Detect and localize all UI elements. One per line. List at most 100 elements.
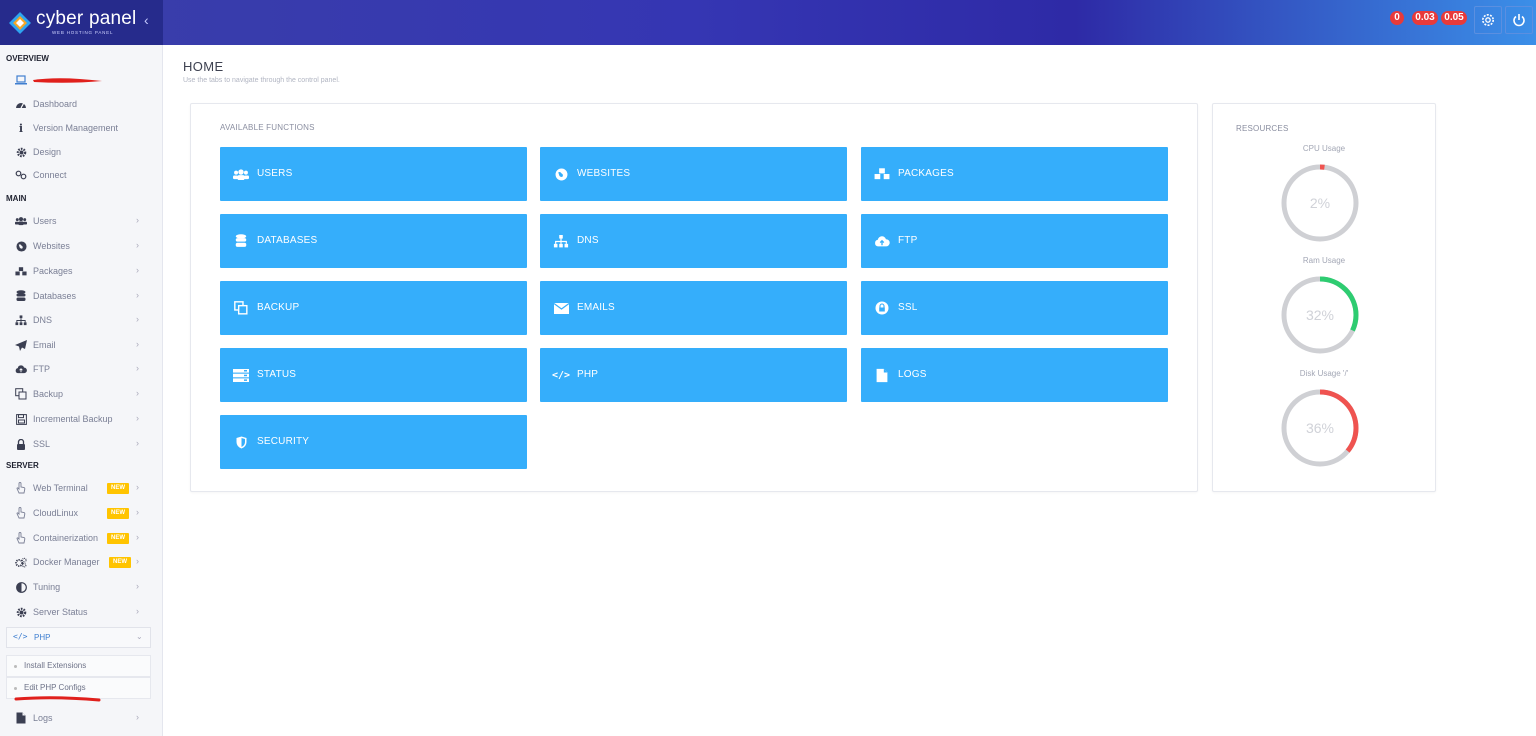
sidebar-item-packages[interactable]: Packages › [0,263,160,281]
sidebar-item-version-management[interactable]: i Version Management [0,120,160,138]
chevron-right-icon: › [136,290,139,300]
bullet [14,687,17,690]
tile-label: STATUS [257,369,297,380]
sidebar-item-label: Connect [33,170,67,180]
sidebar-item-backup[interactable]: Backup › [0,386,160,404]
brand-area: cyber panel WEB HOSTING PANEL ‹ [0,0,163,45]
users-icon [15,215,27,227]
sidebar-item-connect[interactable]: Connect [0,167,160,185]
paper-plane-icon [15,339,27,351]
redaction-mark [33,78,102,83]
sidebar-item-label: SSL [33,439,51,449]
logo-icon [9,12,31,34]
chevron-down-icon: ⌄ [136,632,143,641]
sidebar-item-users[interactable]: Users › [0,213,160,231]
sitemap-icon [15,314,27,326]
cpu-usage-label: CPU Usage [1302,144,1346,153]
sidebar-item-label: Server Status [33,607,88,617]
tile-php[interactable]: </> PHP [540,348,847,402]
sidebar-item-label: Databases [33,291,77,301]
lock-icon [874,300,890,316]
tile-ftp[interactable]: FTP [861,214,1168,268]
chevron-right-icon: › [136,388,139,398]
power-icon [1513,14,1525,27]
sidebar-item-cloudlinux[interactable]: CloudLinux NEW › [0,505,160,523]
tile-status[interactable]: STATUS [220,348,527,402]
sidebar-item-containerization[interactable]: Containerization NEW › [0,530,160,548]
tile-emails[interactable]: EMAILS [540,281,847,335]
tile-users[interactable]: USERS [220,147,527,201]
collapse-sidebar-icon[interactable]: ‹ [144,12,149,28]
brand-tagline: WEB HOSTING PANEL [52,30,114,35]
database-icon [233,233,249,249]
sidebar-item-tuning[interactable]: Tuning › [0,579,160,597]
tile-label: BACKUP [257,302,300,313]
sidebar-item-design[interactable]: Design [0,144,160,162]
sidebar-item-databases[interactable]: Databases › [0,288,160,306]
sidebar-item-label: CloudLinux [33,508,79,518]
hand-pointer-icon [15,507,27,519]
load-badge-3: 0.05 [1441,11,1467,25]
sidebar: OVERVIEW Dashboard i Version Management … [0,45,163,736]
info-icon: i [18,121,24,135]
submenu-install-extensions[interactable]: Install Extensions [6,655,151,677]
file-icon [874,367,890,383]
settings-button[interactable] [1474,6,1502,34]
sidebar-item-label: PHP [34,633,51,642]
cog-icon [15,606,27,618]
sidebar-item-web-terminal[interactable]: Web Terminal NEW › [0,480,160,498]
tile-logs[interactable]: LOGS [861,348,1168,402]
submenu-label: Install Extensions [24,661,87,670]
sidebar-item-label: Web Terminal [33,483,88,493]
sidebar-item-ssl[interactable]: SSL › [0,436,160,454]
sidebar-item-label: Docker Manager [33,557,100,567]
sidebar-item-docker-manager[interactable]: Docker Manager NEW › [0,554,160,572]
sitemap-icon [553,233,569,249]
disk-usage-label: Disk Usage '/' [1299,369,1349,378]
cloud-upload-icon [15,363,27,375]
bullet [14,665,17,668]
sidebar-item-dashboard[interactable]: Dashboard [0,96,160,114]
sidebar-item-dns[interactable]: DNS › [0,312,160,330]
tile-label: SSL [898,302,918,313]
chevron-right-icon: › [136,581,139,591]
new-badge: NEW [109,557,131,568]
resources-heading: RESOURCES [1236,124,1289,133]
sidebar-item-websites[interactable]: Websites › [0,238,160,256]
tile-ssl[interactable]: SSL [861,281,1168,335]
tile-security[interactable]: SECURITY [220,415,527,469]
chevron-right-icon: › [136,532,139,542]
chevron-right-icon: › [136,556,139,566]
chevron-right-icon: › [136,712,139,722]
sidebar-item-incremental-backup[interactable]: Incremental Backup › [0,411,160,429]
ram-usage-label: Ram Usage [1302,256,1346,265]
chevron-right-icon: › [136,438,139,448]
sidebar-item-label: Users [33,216,57,226]
tile-label: FTP [898,235,918,246]
sidebar-item-logs[interactable]: Logs › [0,710,160,728]
database-icon [15,290,27,302]
tile-websites[interactable]: WEBSITES [540,147,847,201]
tile-databases[interactable]: DATABASES [220,214,527,268]
save-icon [15,413,27,425]
tile-packages[interactable]: PACKAGES [861,147,1168,201]
link-icon [15,169,27,181]
power-button[interactable] [1505,6,1533,34]
sidebar-item-label: Packages [33,266,73,276]
sidebar-item-php[interactable]: </> PHP ⌄ [6,627,151,648]
cubes-icon [874,166,890,182]
tile-label: SECURITY [257,436,310,447]
tile-dns[interactable]: DNS [540,214,847,268]
sidebar-item-email[interactable]: Email › [0,337,160,355]
tile-backup[interactable]: BACKUP [220,281,527,335]
sidebar-item-ftp[interactable]: FTP › [0,361,160,379]
dashboard-icon [15,98,27,110]
sidebar-item-label: Containerization [33,533,99,543]
disk-usage-value: 36% [1305,420,1335,436]
sidebar-item-server-status[interactable]: Server Status › [0,604,160,622]
copy-icon [233,300,249,316]
sidebar-item-label: Logs [33,713,53,723]
new-badge: NEW [107,533,129,544]
code-icon: </> [551,369,571,381]
sidebar-item-label: DNS [33,315,53,325]
